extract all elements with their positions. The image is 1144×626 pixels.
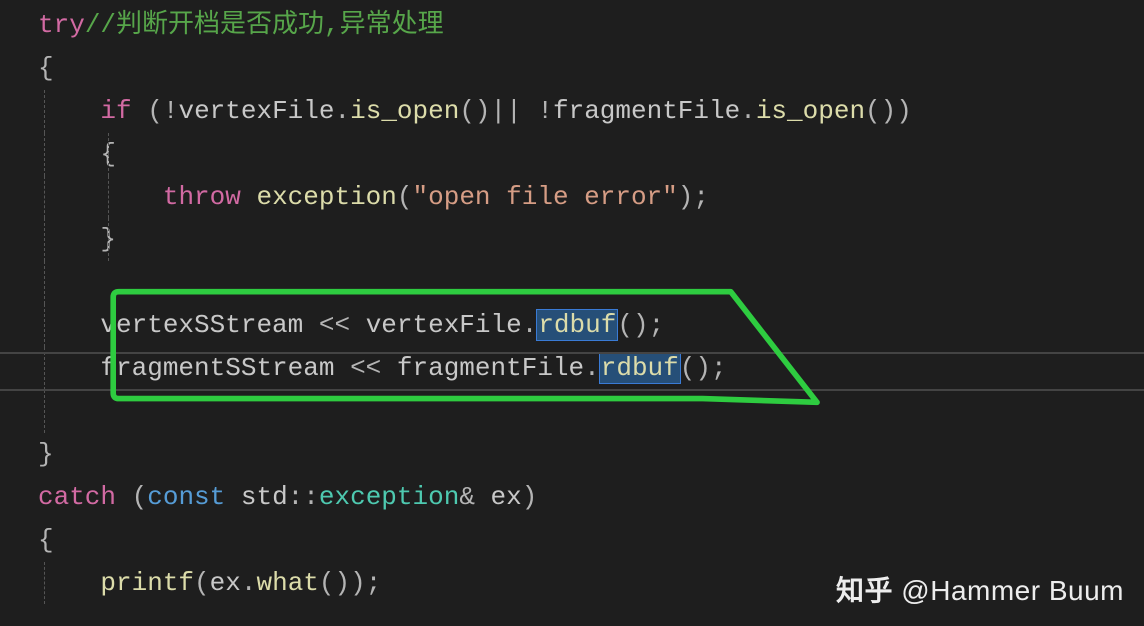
semicolon: ; — [711, 353, 727, 383]
function-name: printf — [100, 568, 194, 598]
code-line[interactable]: throw exception("open file error"); — [38, 176, 1144, 219]
keyword-throw: throw — [163, 182, 241, 212]
semicolon: ; — [366, 568, 382, 598]
code-line[interactable]: catch (const std::exception& ex) — [38, 476, 1144, 519]
method-name: is_open — [350, 96, 459, 126]
method-name: is_open — [756, 96, 865, 126]
code-line[interactable]: { — [38, 133, 1144, 176]
dot: . — [584, 353, 600, 383]
type-name: exception — [319, 482, 459, 512]
paren-open: ( — [397, 182, 413, 212]
semicolon: ; — [649, 310, 665, 340]
code-line[interactable]: { — [38, 519, 1144, 562]
watermark-zhihu: 知乎 — [836, 575, 893, 606]
exception-ctor: exception — [256, 182, 396, 212]
call-parens: () — [680, 353, 711, 383]
scope-op: :: — [288, 482, 319, 512]
namespace: std — [241, 482, 288, 512]
method-name-selected: rdbuf — [600, 353, 680, 383]
op-not: ! — [537, 96, 553, 126]
identifier: vertexFile — [366, 310, 522, 340]
dot: . — [522, 310, 538, 340]
code-line[interactable]: vertexSStream << vertexFile.rdbuf(); — [38, 304, 1144, 347]
keyword-const: const — [147, 482, 225, 512]
code-line[interactable]: } — [38, 218, 1144, 261]
paren-close: ) — [522, 482, 538, 512]
identifier: vertexSStream — [100, 310, 303, 340]
call-parens: () — [617, 310, 648, 340]
keyword-if: if — [100, 96, 131, 126]
method-name-selected: rdbuf — [537, 310, 617, 340]
op-or: || — [491, 96, 522, 126]
paren-close: ) — [896, 96, 912, 126]
op-stream: << — [334, 353, 396, 383]
code-editor[interactable]: try//判断开档是否成功,异常处理 { if (!vertexFile.is_… — [0, 0, 1144, 604]
paren-open: ( — [116, 482, 147, 512]
watermark: 知乎 @Hammer Buum — [836, 568, 1124, 614]
code-line[interactable]: { — [38, 47, 1144, 90]
watermark-username: Hammer Buum — [930, 575, 1124, 606]
identifier: fragmentFile — [397, 353, 584, 383]
call-parens: () — [865, 96, 896, 126]
comment: //判断开档是否成功,异常处理 — [85, 10, 444, 40]
string-literal: "open file error" — [413, 182, 678, 212]
identifier: vertexFile — [178, 96, 334, 126]
brace-open: { — [38, 525, 54, 555]
semicolon: ; — [693, 182, 709, 212]
code-line[interactable]: } — [38, 433, 1144, 476]
op-stream: << — [303, 310, 365, 340]
keyword-catch: catch — [38, 482, 116, 512]
code-line[interactable]: try//判断开档是否成功,异常处理 — [38, 4, 1144, 47]
dot: . — [241, 568, 257, 598]
identifier: ex — [210, 568, 241, 598]
paren-close: ) — [350, 568, 366, 598]
op-not: ! — [163, 96, 179, 126]
code-line[interactable] — [38, 261, 1144, 304]
brace-close: } — [38, 439, 54, 469]
identifier: fragmentSStream — [100, 353, 334, 383]
call-parens: () — [319, 568, 350, 598]
identifier: ex — [491, 482, 522, 512]
keyword-try: try — [38, 10, 85, 40]
dot: . — [740, 96, 756, 126]
method-name: what — [256, 568, 318, 598]
code-line[interactable] — [38, 390, 1144, 433]
dot: . — [335, 96, 351, 126]
identifier: fragmentFile — [553, 96, 740, 126]
op-amp: & — [459, 482, 490, 512]
paren-open: ( — [194, 568, 210, 598]
horizontal-divider — [0, 389, 1144, 391]
brace-open: { — [38, 53, 54, 83]
watermark-at: @ — [893, 575, 930, 606]
call-parens: () — [459, 96, 490, 126]
horizontal-divider — [0, 352, 1144, 354]
code-line[interactable]: if (!vertexFile.is_open()|| !fragmentFil… — [38, 90, 1144, 133]
paren-open: ( — [132, 96, 163, 126]
paren-close: ) — [678, 182, 694, 212]
